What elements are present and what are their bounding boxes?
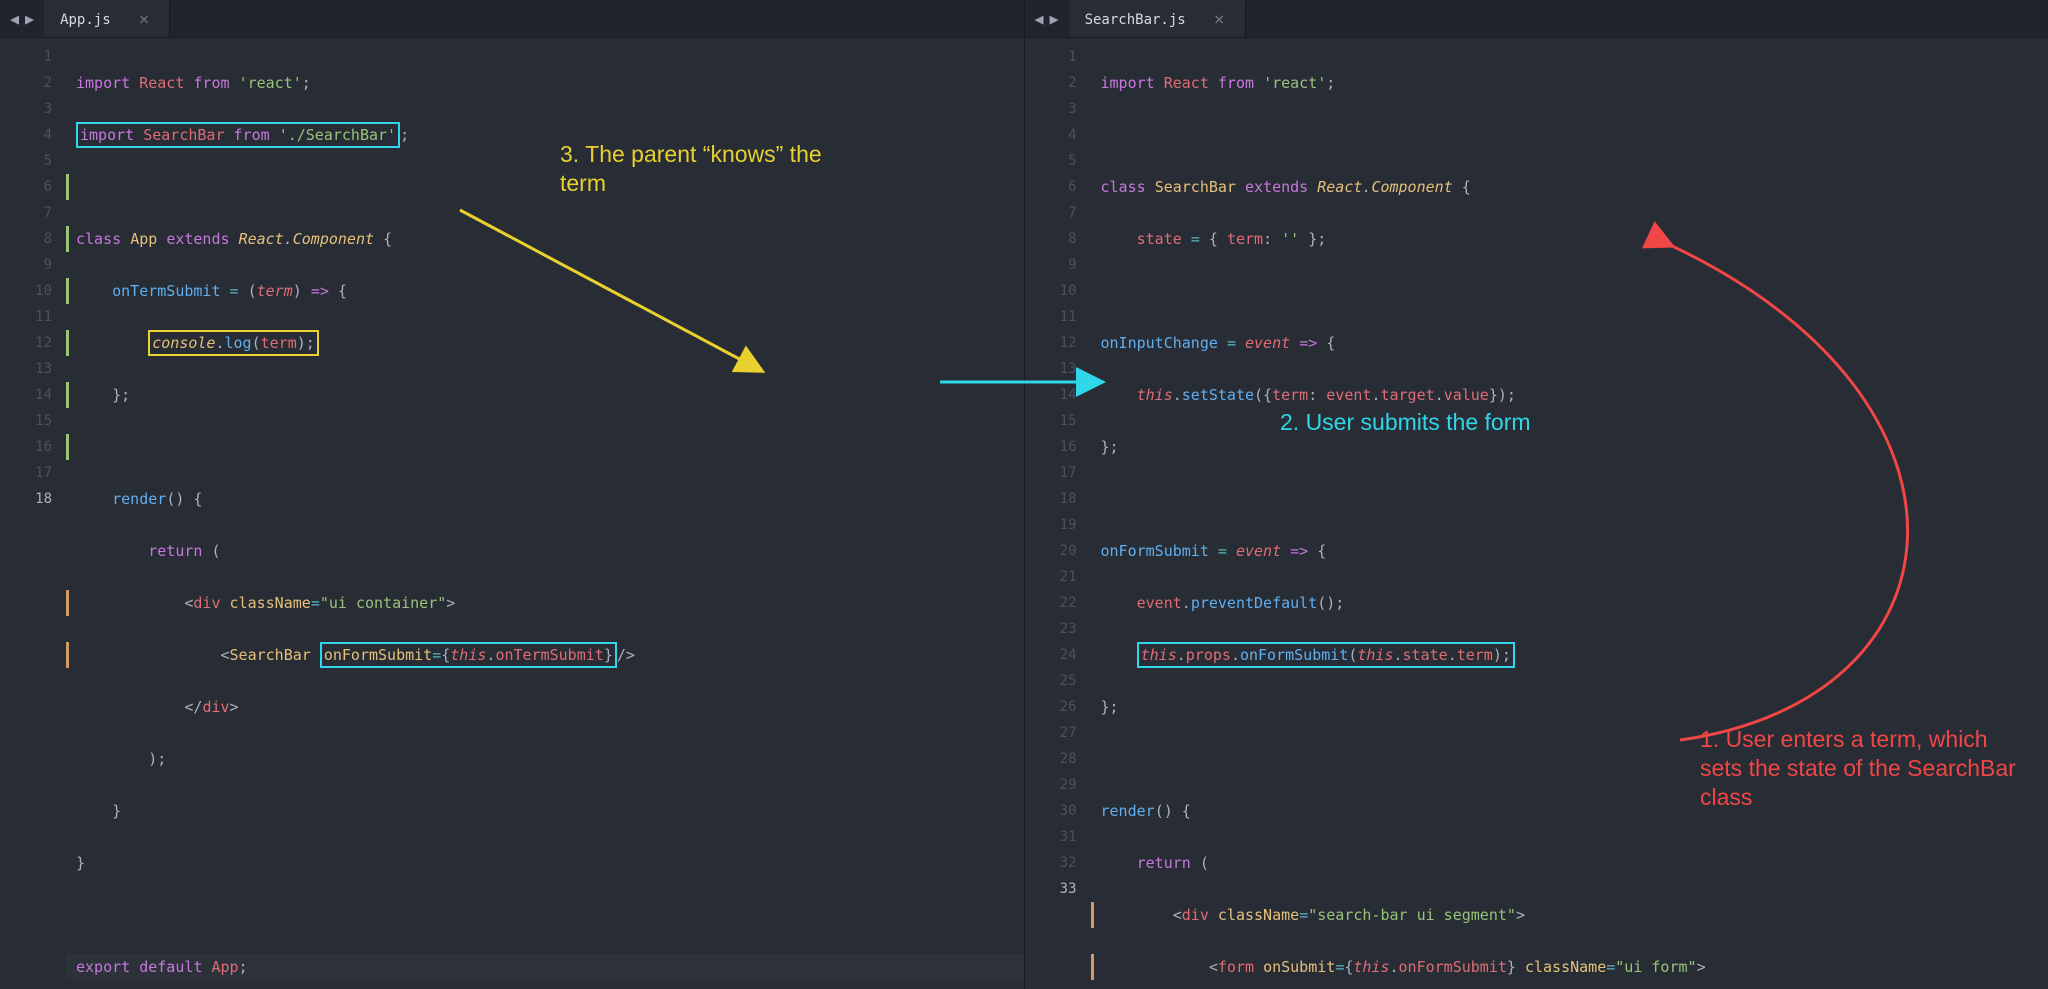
tabbar-right: ◀ ▶ SearchBar.js × [1025, 0, 2048, 38]
tab-label: SearchBar.js [1085, 12, 1186, 28]
highlight-props-onformsubmit: this.props.onFormSubmit(this.state.term)… [1137, 642, 1515, 668]
left-pane: ◀ ▶ App.js × 1234 5678 9101112 13141516 … [0, 0, 1025, 989]
editor-right[interactable]: 1234 5678 9101112 13141516 17181920 2122… [1025, 38, 2048, 989]
right-pane: ◀ ▶ SearchBar.js × 1234 5678 9101112 131… [1025, 0, 2048, 989]
tabbar-left: ◀ ▶ App.js × [0, 0, 1024, 38]
nav-back-icon[interactable]: ◀ [1035, 10, 1044, 28]
highlight-import-searchbar: import SearchBar from './SearchBar' [76, 122, 400, 148]
nav-forward-icon[interactable]: ▶ [1050, 10, 1059, 28]
gutter-left: 1234 5678 9101112 13141516 1718 [0, 38, 66, 989]
code-right[interactable]: import React from 'react'; class SearchB… [1091, 38, 2048, 989]
gutter-right: 1234 5678 9101112 13141516 17181920 2122… [1025, 38, 1091, 989]
nav-arrows-right[interactable]: ◀ ▶ [1025, 0, 1069, 37]
highlight-console-log: console.log(term); [148, 330, 319, 356]
tab-searchbar-js[interactable]: SearchBar.js × [1069, 0, 1246, 37]
editor-left[interactable]: 1234 5678 9101112 13141516 1718 import R… [0, 38, 1024, 989]
close-icon[interactable]: × [139, 11, 150, 29]
tab-app-js[interactable]: App.js × [44, 0, 170, 37]
nav-forward-icon[interactable]: ▶ [25, 10, 34, 28]
tab-label: App.js [60, 12, 111, 28]
highlight-onformsubmit-prop: onFormSubmit={this.onTermSubmit} [320, 642, 617, 668]
split-view: ◀ ▶ App.js × 1234 5678 9101112 13141516 … [0, 0, 2048, 989]
code-left[interactable]: import React from 'react'; import Search… [66, 38, 1024, 989]
nav-arrows-left[interactable]: ◀ ▶ [0, 0, 44, 37]
nav-back-icon[interactable]: ◀ [10, 10, 19, 28]
close-icon[interactable]: × [1214, 11, 1225, 29]
